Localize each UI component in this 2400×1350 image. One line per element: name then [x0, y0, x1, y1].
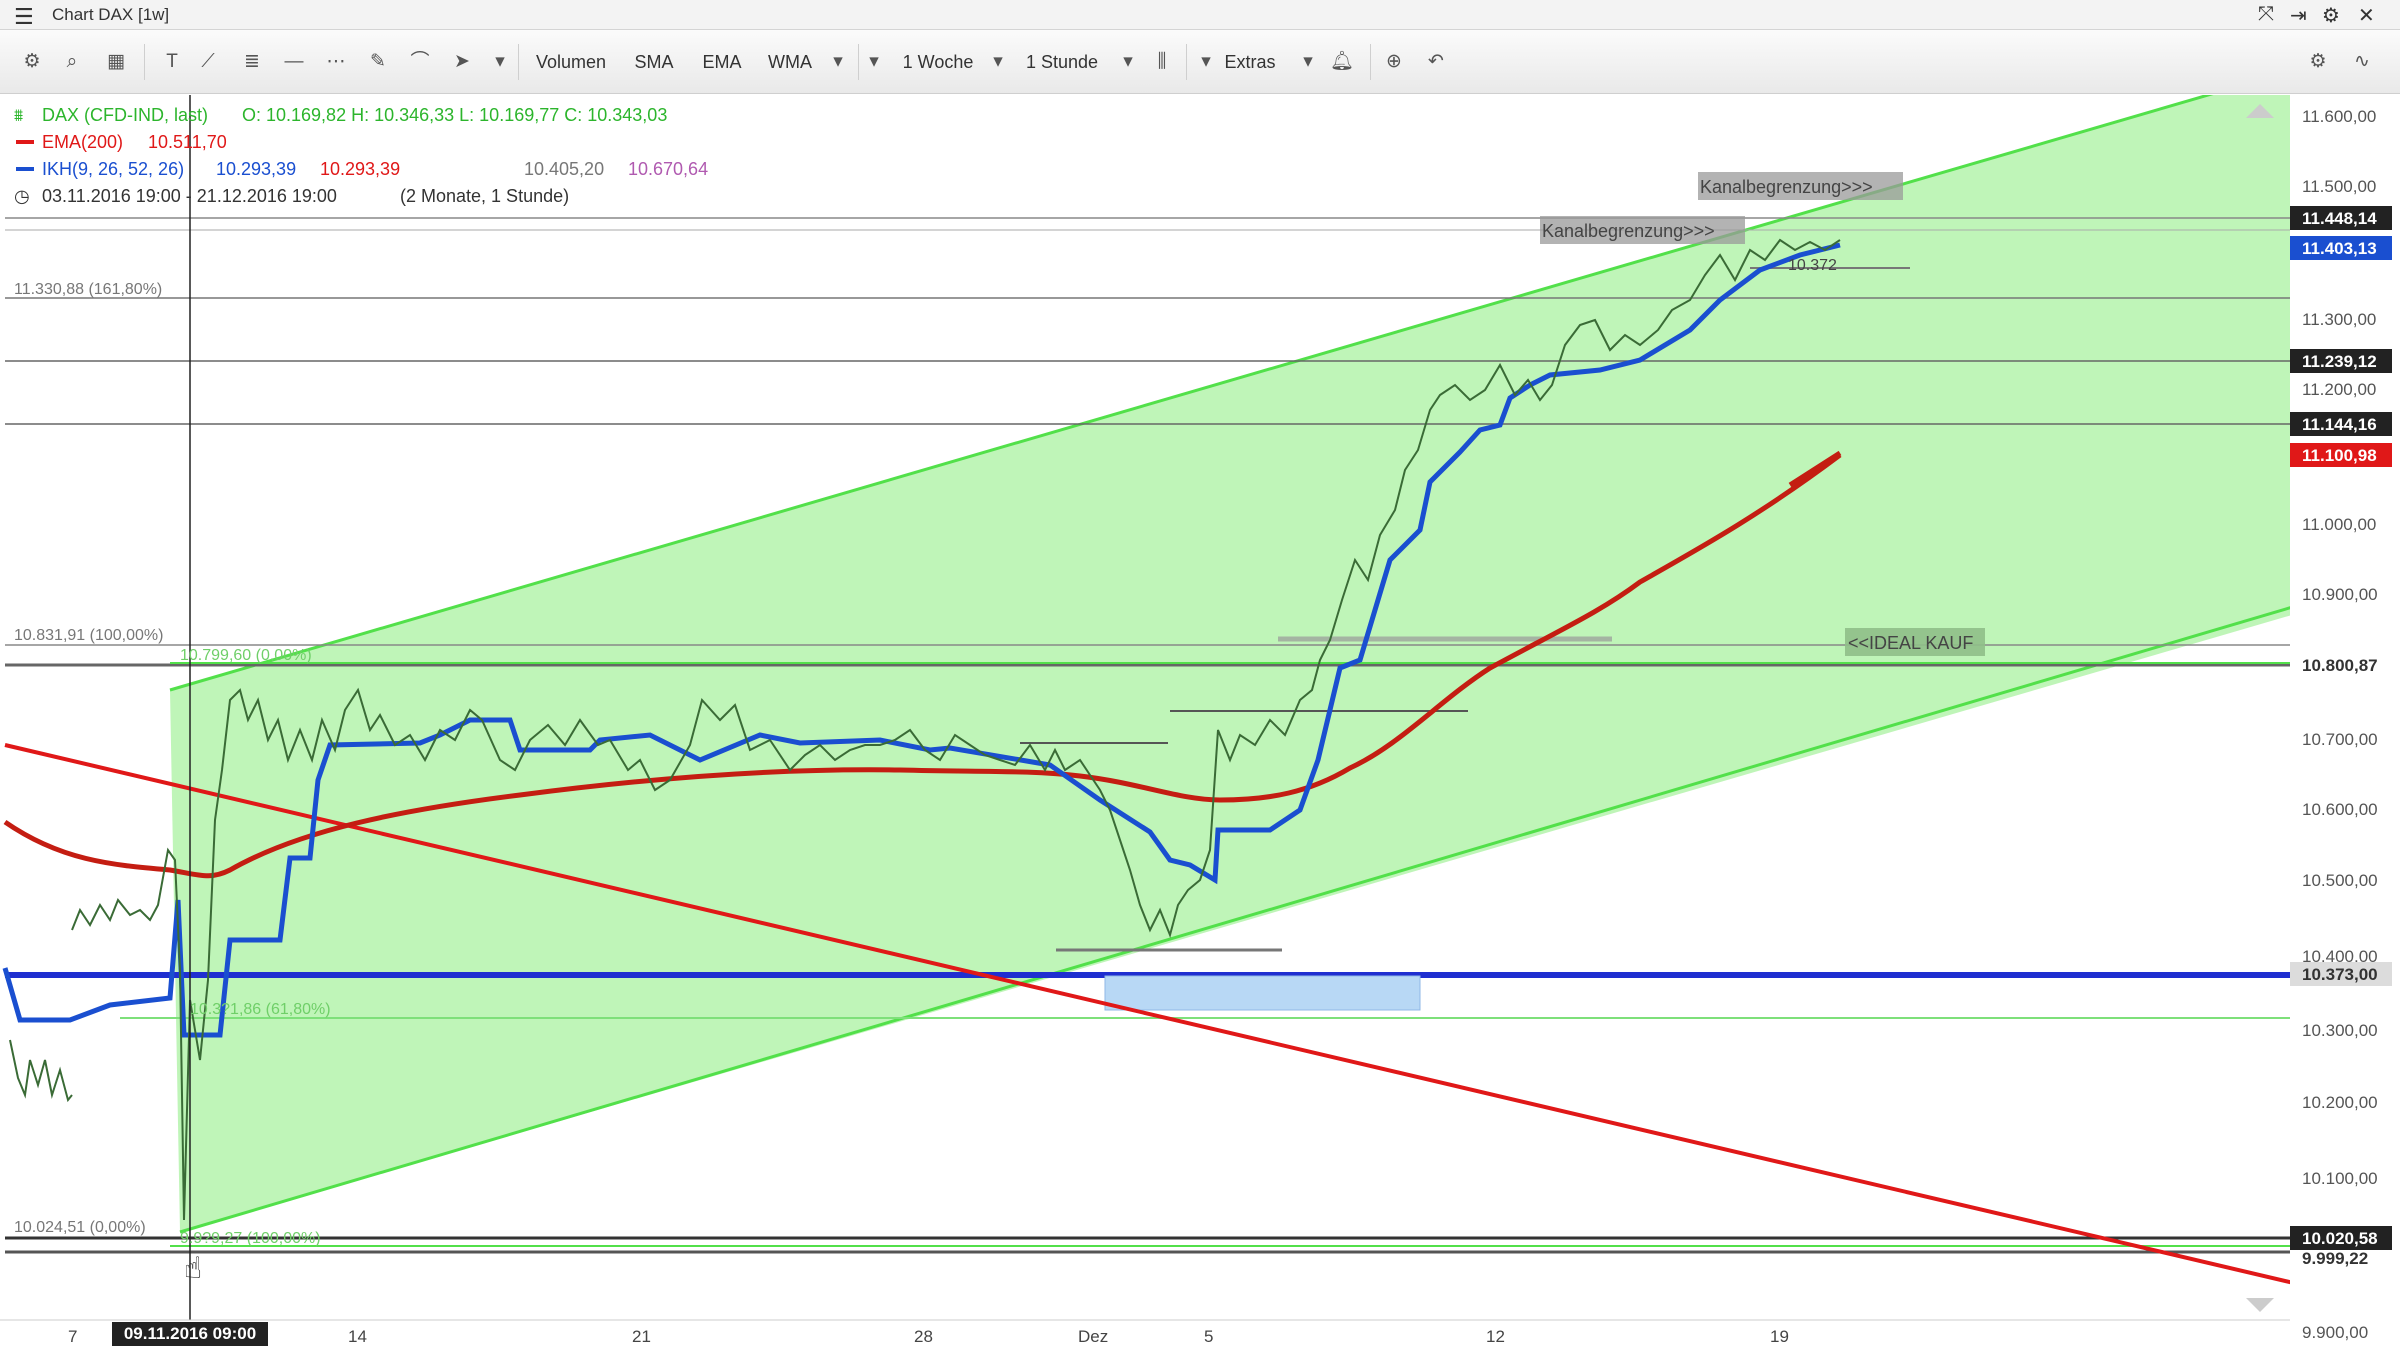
- x-tick: 14: [348, 1327, 367, 1346]
- arrow-icon[interactable]: ➤: [446, 46, 478, 78]
- y-tick: 11.500,00: [2302, 177, 2376, 196]
- legend-ikh-v2: 10.293,39: [320, 159, 400, 179]
- marker-10020: 10.020,58: [2302, 1229, 2378, 1248]
- marker-11403: 11.403,13: [2302, 239, 2377, 258]
- fib-label-161: 11.330,88 (161,80%): [14, 281, 162, 298]
- legend-ikh-name: IKH(9, 26, 52, 26): [42, 159, 184, 179]
- fibonacci-icon[interactable]: ≣: [236, 46, 268, 78]
- hamburger-icon[interactable]: ☰: [14, 4, 34, 30]
- clock-icon: ◷: [14, 186, 30, 206]
- dotted-line-icon[interactable]: ⋯: [320, 46, 352, 78]
- settings-icon[interactable]: ⚙: [2322, 3, 2340, 28]
- indicator-dropdown-icon[interactable]: ▾: [822, 46, 854, 78]
- maximize-icon[interactable]: ⤧: [2258, 3, 2274, 26]
- ideal-buy-label: <<IDEAL KAUF: [1848, 633, 1973, 653]
- legend-ohlc: O: 10.169,82 H: 10.346,33 L: 10.169,77 C…: [242, 105, 667, 125]
- y-tick: 10.900,00: [2302, 585, 2378, 604]
- interval-dropdown-icon[interactable]: ▾: [986, 46, 1010, 78]
- crosshair-date-label: 09.11.2016 09:00: [112, 1322, 268, 1346]
- marker-11448: 11.448,14: [2302, 209, 2377, 228]
- y-tick: 10.200,00: [2302, 1093, 2378, 1112]
- layout-icon[interactable]: ⚙: [2302, 46, 2334, 78]
- arc-icon[interactable]: ⌒: [404, 46, 436, 78]
- legend-ema-name: EMA(200): [42, 132, 123, 152]
- zoom-icon[interactable]: ⊕: [1378, 46, 1410, 78]
- volume-button[interactable]: Volumen: [526, 46, 616, 78]
- y-tick: 10.300,00: [2302, 1021, 2378, 1040]
- fib-label-100: 10.831,91 (100,00%): [14, 627, 163, 644]
- extras-button[interactable]: Extras: [1218, 46, 1282, 78]
- marker-10800: 10.800,87: [2302, 656, 2378, 675]
- x-tick: 28: [914, 1327, 933, 1346]
- line-tool-icon[interactable]: ⟋: [192, 46, 224, 78]
- text-tool-icon[interactable]: T: [156, 46, 188, 78]
- x-tick: 5: [1204, 1327, 1213, 1346]
- x-tick: 21: [632, 1327, 651, 1346]
- y-tick: 11.600,00: [2302, 107, 2376, 126]
- price-chart[interactable]: 11.330,88 (161,80%) 10.831,91 (100,00%) …: [0, 95, 2400, 1350]
- wave-icon[interactable]: ∿: [2346, 46, 2378, 78]
- marker-11144: 11.144,16: [2302, 415, 2377, 434]
- tools-dropdown-icon[interactable]: ▾: [484, 46, 516, 78]
- marker-11239: 11.239,12: [2302, 352, 2377, 371]
- range-select[interactable]: 1 Woche: [888, 46, 988, 78]
- legend-period-note: (2 Monate, 1 Stunde): [400, 186, 569, 206]
- candle-type-icon[interactable]: ⫼: [1146, 46, 1178, 78]
- y-tick: 10.100,00: [2302, 1169, 2378, 1188]
- x-tick: Dez: [1078, 1327, 1108, 1346]
- range-dropdown-icon[interactable]: ▾: [862, 46, 886, 78]
- x-tick: 19: [1770, 1327, 1789, 1346]
- small-price-label: 10.372: [1788, 257, 1837, 274]
- legend-period: 03.11.2016 19:00 - 21.12.2016 19:00: [42, 186, 337, 206]
- fib-label-upper: 10.799,60 (0,00%): [180, 647, 312, 664]
- price-axis-background: [2290, 95, 2400, 1335]
- fib-label-low: 9.9?9,27 (100,00%): [180, 1230, 321, 1247]
- ema-button[interactable]: EMA: [694, 46, 750, 78]
- legend-ikh-v4: 10.670,64: [628, 159, 708, 179]
- mouse-cursor-icon: ☝: [184, 1252, 202, 1285]
- y-tick: 10.500,00: [2302, 871, 2378, 890]
- y-tick: 11.300,00: [2302, 310, 2376, 329]
- interval-more-icon[interactable]: ▾: [1114, 46, 1142, 78]
- y-tick: 11.200,00: [2302, 380, 2376, 399]
- y-tick: 9.900,00: [2302, 1323, 2368, 1342]
- grid-icon[interactable]: ▦: [100, 46, 132, 78]
- fib-label-618: 10.3?1,86 (61,80%): [190, 1001, 331, 1018]
- extras-dropdown-icon[interactable]: ▾: [1194, 46, 1218, 78]
- legend-ema-value: 10.511,70: [148, 132, 227, 152]
- marker-11100: 11.100,98: [2302, 446, 2377, 465]
- legend-instrument: DAX (CFD-IND, last): [42, 105, 208, 125]
- y-tick: 10.700,00: [2302, 730, 2378, 749]
- y-tick: 11.000,00: [2302, 515, 2376, 534]
- y-tick: 10.600,00: [2302, 800, 2378, 819]
- legend-ikh-v1: 10.293,39: [216, 159, 296, 179]
- x-tick: 7: [68, 1327, 77, 1346]
- x-tick: 12: [1486, 1327, 1505, 1346]
- undo-icon[interactable]: ↶: [1420, 46, 1452, 78]
- marker-9999: 9.999,22: [2302, 1249, 2368, 1268]
- gear-icon[interactable]: ⚙: [16, 46, 48, 78]
- buy-zone-box: [1104, 975, 1421, 1011]
- search-icon[interactable]: ⌕: [56, 46, 88, 78]
- horizontal-line-icon[interactable]: —: [278, 46, 310, 78]
- channel-label-1: Kanalbegrenzung>>>: [1700, 177, 1873, 197]
- sma-button[interactable]: SMA: [628, 46, 680, 78]
- interval-select[interactable]: 1 Stunde: [1012, 46, 1112, 78]
- pencil-icon[interactable]: ✎: [362, 46, 394, 78]
- extras-more-icon[interactable]: ▾: [1294, 46, 1322, 78]
- marker-10373: 10.373,00: [2302, 965, 2378, 984]
- close-icon[interactable]: ✕: [2358, 3, 2375, 28]
- fib-label-0: 10.024,51 (0,00%): [14, 1219, 146, 1236]
- bell-icon[interactable]: 🔔︎: [1326, 46, 1358, 78]
- legend-ikh-v3: 10.405,20: [524, 159, 604, 179]
- legend-chart-icon: ⩩: [14, 106, 23, 125]
- wma-button[interactable]: WMA: [762, 46, 818, 78]
- detach-icon[interactable]: ⇥: [2290, 3, 2307, 28]
- title-bar: ☰ Chart DAX [1w] ⤧ ⇥ ⚙ ✕: [0, 0, 2400, 30]
- window-title: Chart DAX [1w]: [52, 5, 170, 24]
- channel-label-2: Kanalbegrenzung>>>: [1542, 221, 1715, 241]
- chart-toolbar: ⚙ ⌕ ▦ T ⟋ ≣ — ⋯ ✎ ⌒ ➤ ▾ Volumen SMA EMA …: [0, 30, 2400, 94]
